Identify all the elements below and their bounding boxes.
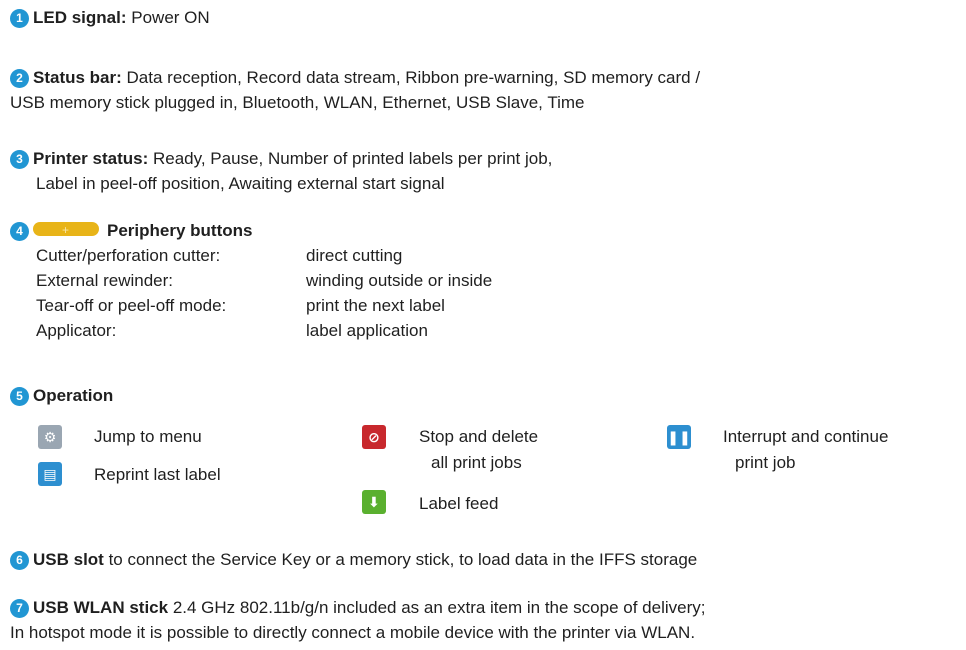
number-badge: 4 xyxy=(10,222,29,241)
number-badge: 3 xyxy=(10,150,29,169)
list-item: Applicator: label application xyxy=(36,321,428,340)
pause-label-continued: print job xyxy=(735,453,796,472)
item-title: LED signal: xyxy=(33,8,127,27)
item-title: Printer status: xyxy=(33,149,149,168)
item-title: Operation xyxy=(33,386,114,405)
list-item: Cutter/perforation cutter: direct cutting xyxy=(36,246,403,265)
item-text: to connect the Service Key or a memory s… xyxy=(108,550,698,569)
item-text-continued: USB memory stick plugged in, Bluetooth, … xyxy=(10,93,585,112)
printer-icon[interactable]: ▤ xyxy=(38,462,62,486)
reprint-label: Reprint last label xyxy=(94,465,221,484)
pause-icon[interactable]: ❚❚ xyxy=(667,425,691,449)
number-badge: 6 xyxy=(10,551,29,570)
list-item: External rewinder: winding outside or ins… xyxy=(36,271,493,290)
item-text: 2.4 GHz 802.11b/g/n included as an extra… xyxy=(172,598,706,617)
number-badge: 5 xyxy=(10,387,29,406)
periphery-list: Cutter/perforation cutter: direct cutting… xyxy=(10,243,956,343)
number-badge: 1 xyxy=(10,9,29,28)
item-printer-status: 3 Printer status: Ready, Pause, Number of… xyxy=(10,146,956,196)
item-text-continued: Label in peel-off position, Awaiting ext… xyxy=(36,174,445,193)
gear-icon[interactable]: ⚙ xyxy=(38,425,62,449)
feed-label: Label feed xyxy=(419,494,499,513)
item-text: Power ON xyxy=(131,8,210,27)
number-badge: 7 xyxy=(10,599,29,618)
stop-icon[interactable]: ⊘ xyxy=(362,425,386,449)
item-periphery-buttons: 4 + Periphery buttons Cutter/perforation c… xyxy=(10,218,956,343)
item-title: Periphery buttons xyxy=(107,221,253,240)
item-usb-wlan-stick: 7 USB WLAN stick 2.4 GHz 802.11b/g/n incl… xyxy=(10,595,956,645)
list-item: Tear-off or peel-off mode: print the next… xyxy=(36,296,445,315)
item-operation-heading: 5 Operation xyxy=(10,383,956,408)
item-status-bar: 2 Status bar: Data reception, Record data… xyxy=(10,65,956,115)
periphery-button-icon: + xyxy=(33,222,99,237)
item-title: USB WLAN stick xyxy=(33,598,169,617)
item-text-continued: In hotspot mode it is possible to direct… xyxy=(10,623,696,642)
menu-label: Jump to menu xyxy=(94,427,202,446)
item-text: Ready, Pause, Number of printed labels p… xyxy=(152,149,553,168)
item-led-signal: 1 LED signal: Power ON xyxy=(10,5,956,30)
item-title: Status bar: xyxy=(33,68,122,87)
arrow-down-icon[interactable]: ⬇ xyxy=(362,490,386,514)
item-title: USB slot xyxy=(33,550,104,569)
pause-label: Interrupt and continue xyxy=(723,427,889,446)
item-text: Data reception, Record data stream, Ribb… xyxy=(126,68,701,87)
stop-label: Stop and delete xyxy=(419,427,539,446)
stop-label-continued: all print jobs xyxy=(431,453,522,472)
number-badge: 2 xyxy=(10,69,29,88)
item-usb-slot: 6 USB slot to connect the Service Key or … xyxy=(10,547,956,572)
